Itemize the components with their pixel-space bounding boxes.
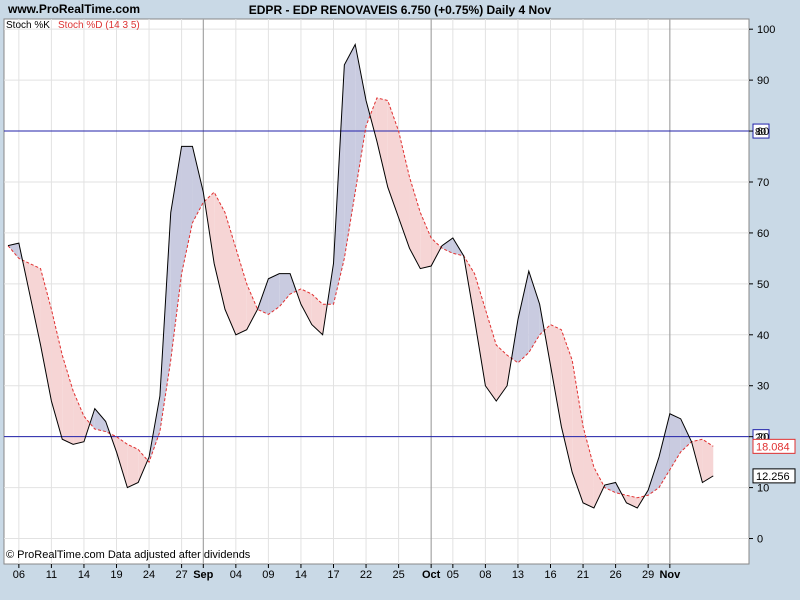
y-tick-label: 10 [757,483,769,495]
k-last-value: 12.256 [756,471,790,483]
x-tick-label: 21 [577,569,589,581]
x-tick-label: 22 [360,569,372,581]
x-tick-label: 05 [447,569,459,581]
x-tick-label: 25 [392,569,404,581]
y-tick-label: 70 [757,177,769,189]
d-last-value: 18.084 [756,441,790,453]
y-tick-label: 30 [757,381,769,393]
x-tick-label: Oct [422,569,441,581]
x-tick-label: 27 [175,569,187,581]
x-axis: 06 11 14 19 24 27 Sep 04 09 14 17 22 25 Oct 05 08 13 16 21… [13,564,681,581]
fill-segment [702,439,714,483]
x-tick-label: 09 [262,569,274,581]
stochastic-chart: 8020 010203040506070809010018.08412.256 … [3,18,796,581]
y-tick-label: 0 [757,534,763,546]
fill-segment [127,444,139,488]
legend-d-label: Stoch %D (14 3 5) [58,20,140,31]
x-tick-label: 16 [544,569,556,581]
x-tick-label: Sep [193,569,213,581]
footer-note: © ProRealTime.com Data adjusted after di… [6,549,251,561]
x-tick-label: 19 [110,569,122,581]
y-tick-label: 80 [757,126,769,138]
y-tick-label: 40 [757,330,769,342]
x-tick-label: 13 [512,569,524,581]
x-tick-label: 29 [642,569,654,581]
x-tick-label: 14 [295,569,307,581]
y-tick-label: 90 [757,75,769,87]
x-tick-label: 17 [327,569,339,581]
x-tick-label: Nov [659,569,681,581]
legend-k-label: Stoch %K [6,20,50,31]
x-tick-label: 14 [78,569,90,581]
x-tick-label: 04 [230,569,242,581]
x-tick-label: 11 [46,569,57,581]
x-tick-label: 26 [609,569,621,581]
y-axis: 010203040506070809010018.08412.256 [749,24,796,546]
y-tick-label: 100 [757,24,775,36]
y-tick-label: 60 [757,228,769,240]
x-tick-label: 24 [143,569,155,581]
x-tick-label: 06 [13,569,25,581]
y-tick-label: 50 [757,279,769,291]
x-tick-label: 08 [479,569,491,581]
